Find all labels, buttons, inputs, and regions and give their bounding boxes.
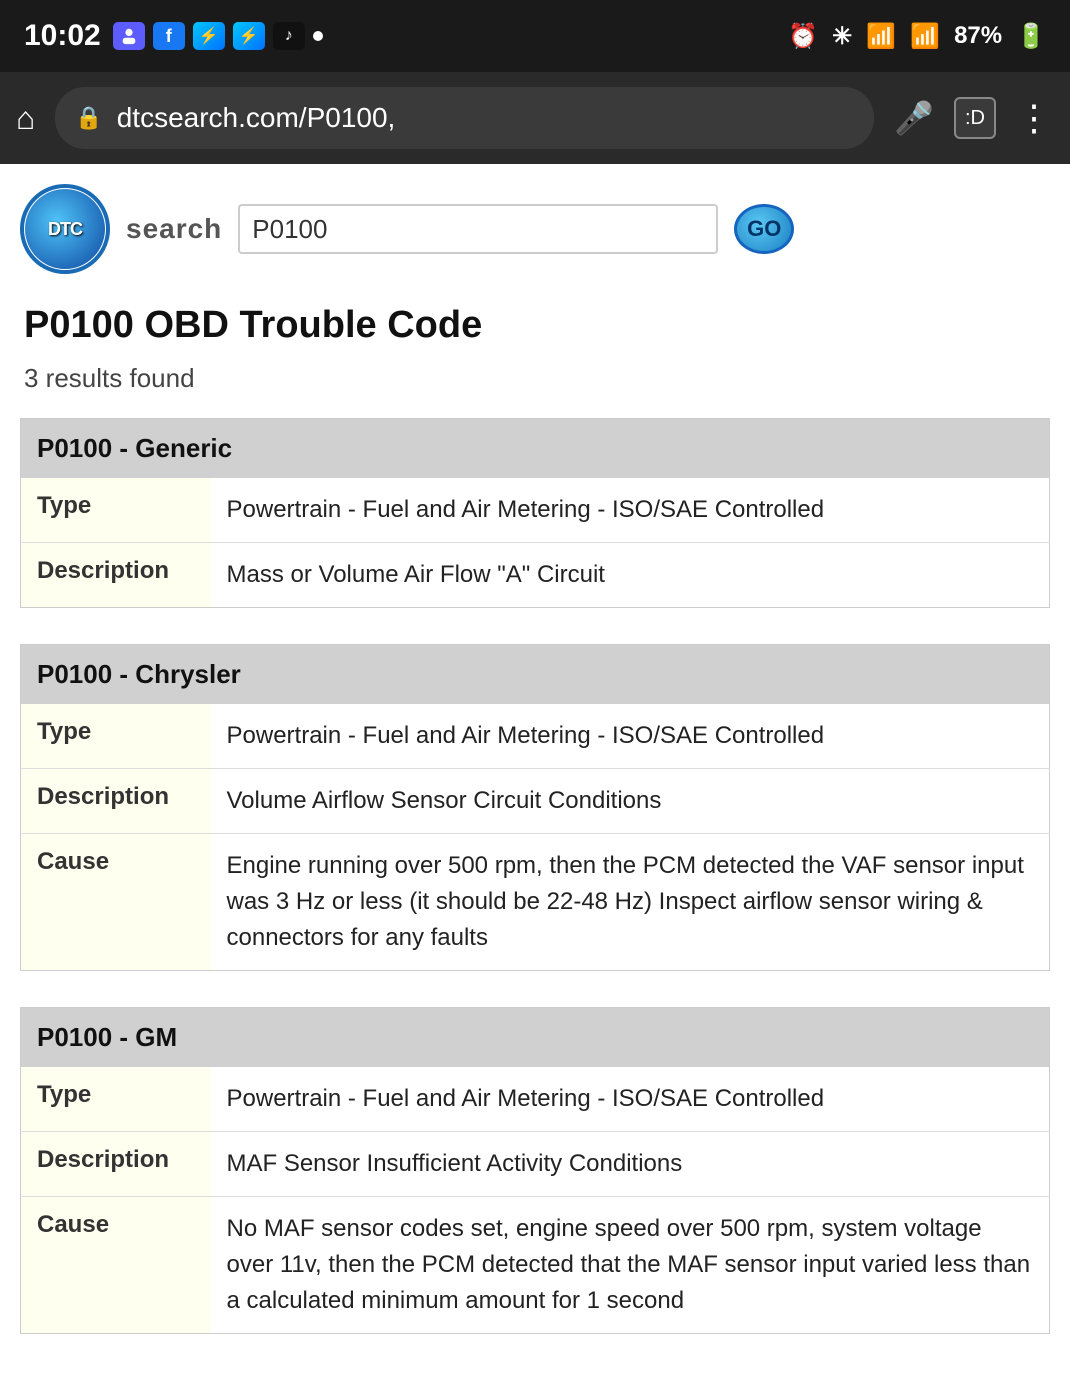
- results-container: P0100 - GenericTypePowertrain - Fuel and…: [20, 418, 1050, 1334]
- header-row: DTC search GO: [20, 184, 1050, 274]
- main-content: DTC search GO P0100 OBD Trouble Code 3 r…: [0, 164, 1070, 1390]
- row-value-2-0: Powertrain - Fuel and Air Metering - ISO…: [211, 1067, 1050, 1132]
- tiktok-icon: ♪: [273, 22, 305, 50]
- url-bar[interactable]: 🔒 dtcsearch.com/P0100,: [55, 87, 874, 149]
- facebook-icon: f: [153, 22, 185, 50]
- row-label-1-0: Type: [21, 704, 211, 769]
- row-value-2-2: No MAF sensor codes set, engine speed ov…: [211, 1197, 1050, 1334]
- teams-icon: [113, 22, 145, 50]
- row-label-1-1: Description: [21, 769, 211, 834]
- row-label-0-1: Description: [21, 543, 211, 608]
- status-left: 10:02 f ⚡ ⚡ ♪: [24, 19, 323, 53]
- lock-icon: 🔒: [75, 105, 102, 131]
- battery-icon: 🔋: [1016, 22, 1046, 51]
- status-icons: f ⚡ ⚡ ♪: [113, 22, 323, 50]
- search-input[interactable]: [238, 204, 718, 254]
- dtc-logo: DTC: [20, 184, 110, 274]
- row-label-2-0: Type: [21, 1067, 211, 1132]
- status-right: ⏰ ✳ 📶 📶 87% 🔋: [788, 22, 1046, 51]
- table-row: DescriptionVolume Airflow Sensor Circuit…: [21, 769, 1050, 834]
- table-row: CauseEngine running over 500 rpm, then t…: [21, 834, 1050, 971]
- row-label-0-0: Type: [21, 478, 211, 543]
- row-label-1-2: Cause: [21, 834, 211, 971]
- status-time: 10:02: [24, 19, 101, 53]
- notification-dot: [313, 31, 323, 41]
- row-value-1-2: Engine running over 500 rpm, then the PC…: [211, 834, 1050, 971]
- go-button[interactable]: GO: [734, 204, 794, 254]
- logo-dtc-text: DTC: [48, 219, 82, 240]
- messenger-icon: ⚡: [193, 22, 225, 50]
- row-value-1-0: Powertrain - Fuel and Air Metering - ISO…: [211, 704, 1050, 769]
- result-header-1: P0100 - Chrysler: [21, 645, 1050, 705]
- status-bar: 10:02 f ⚡ ⚡ ♪ ⏰ ✳ 📶 📶 87% 🔋: [0, 0, 1070, 72]
- results-count: 3 results found: [24, 363, 1050, 394]
- browser-bar: ⌂ 🔒 dtcsearch.com/P0100, 🎤 :D ⋮: [0, 72, 1070, 164]
- url-text: dtcsearch.com/P0100,: [117, 102, 854, 134]
- bluetooth-icon: ✳: [832, 22, 852, 51]
- smiley-button[interactable]: :D: [954, 97, 996, 139]
- signal-icon: 📶: [910, 22, 940, 51]
- battery-percent: 87%: [954, 22, 1002, 50]
- logo-search-label: search: [126, 213, 222, 245]
- row-label-2-2: Cause: [21, 1197, 211, 1334]
- home-icon[interactable]: ⌂: [16, 100, 35, 137]
- alarm-icon: ⏰: [788, 22, 818, 51]
- table-row: DescriptionMass or Volume Air Flow "A" C…: [21, 543, 1050, 608]
- more-options-icon[interactable]: ⋮: [1016, 97, 1054, 139]
- row-value-2-1: MAF Sensor Insufficient Activity Conditi…: [211, 1132, 1050, 1197]
- table-row: TypePowertrain - Fuel and Air Metering -…: [21, 704, 1050, 769]
- row-label-2-1: Description: [21, 1132, 211, 1197]
- result-table-2: P0100 - GMTypePowertrain - Fuel and Air …: [20, 1007, 1050, 1334]
- table-row: CauseNo MAF sensor codes set, engine spe…: [21, 1197, 1050, 1334]
- table-row: TypePowertrain - Fuel and Air Metering -…: [21, 1067, 1050, 1132]
- result-table-0: P0100 - GenericTypePowertrain - Fuel and…: [20, 418, 1050, 608]
- result-table-1: P0100 - ChryslerTypePowertrain - Fuel an…: [20, 644, 1050, 971]
- logo-inner: DTC: [25, 189, 105, 269]
- result-header-0: P0100 - Generic: [21, 419, 1050, 479]
- row-value-0-1: Mass or Volume Air Flow "A" Circuit: [211, 543, 1050, 608]
- messenger2-icon: ⚡: [233, 22, 265, 50]
- table-row: DescriptionMAF Sensor Insufficient Activ…: [21, 1132, 1050, 1197]
- row-value-0-0: Powertrain - Fuel and Air Metering - ISO…: [211, 478, 1050, 543]
- wifi-icon: 📶: [866, 22, 896, 51]
- table-row: TypePowertrain - Fuel and Air Metering -…: [21, 478, 1050, 543]
- microphone-icon[interactable]: 🎤: [894, 99, 934, 137]
- page-title: P0100 OBD Trouble Code: [24, 304, 1050, 347]
- row-value-1-1: Volume Airflow Sensor Circuit Conditions: [211, 769, 1050, 834]
- result-header-2: P0100 - GM: [21, 1008, 1050, 1068]
